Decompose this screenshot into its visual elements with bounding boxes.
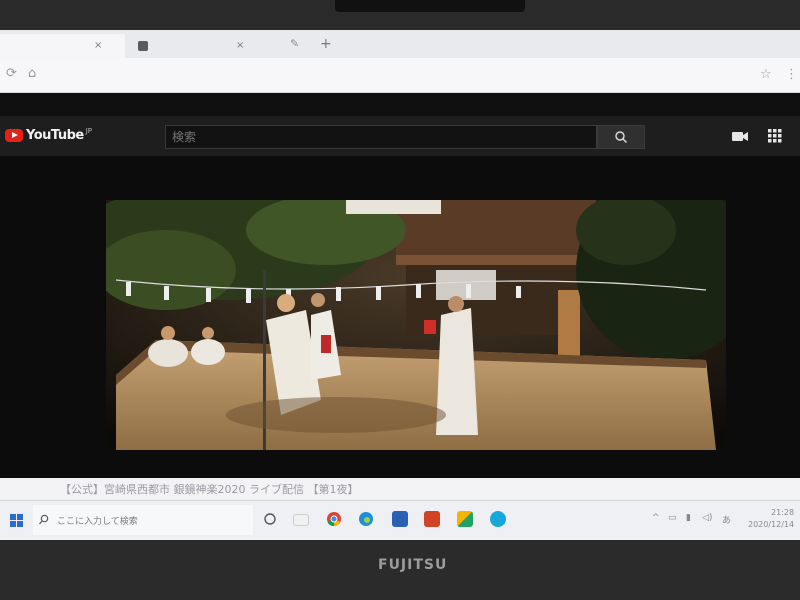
laptop-brand-logo: FUJITSU <box>378 557 448 573</box>
windows-taskbar: ここに入力して検索 ^ ▭ ▮ ◁) あ 21:28 2020/12/14 <box>0 500 800 540</box>
photos-icon[interactable] <box>457 511 473 527</box>
laptop-bezel-top <box>0 0 800 34</box>
powerpoint-icon[interactable] <box>424 511 440 527</box>
search-input[interactable] <box>172 126 592 148</box>
clock-date: 2020/12/14 <box>748 520 795 529</box>
search-icon <box>39 514 49 525</box>
apps-grid-icon[interactable] <box>768 128 782 147</box>
search-button[interactable] <box>597 125 645 149</box>
search-box <box>165 125 597 149</box>
taskbar-clock[interactable]: 21:28 2020/12/14 <box>748 507 794 531</box>
create-video-icon[interactable] <box>731 128 749 147</box>
task-view-icon[interactable] <box>262 511 278 527</box>
video-player-area <box>0 156 800 478</box>
laptop-screen: × × ✎ + ⟳ ⌂ ☆ ⋮ YouTube JP 検索 【公式】宮崎県西都市… <box>0 30 800 540</box>
edit-icon[interactable]: ✎ <box>290 37 299 50</box>
tab-close-icon[interactable]: × <box>236 34 244 58</box>
tray-battery-icon[interactable]: ▮ <box>686 513 691 523</box>
windows-start-icon[interactable] <box>10 513 24 532</box>
more-icon[interactable]: ⋮ <box>785 67 798 82</box>
new-tab-button[interactable]: + <box>320 36 332 52</box>
tray-chevron-icon[interactable]: ^ <box>652 513 660 523</box>
edge-icon[interactable] <box>358 511 374 527</box>
home-icon[interactable]: ⌂ <box>28 66 36 81</box>
tray-network-icon[interactable]: ▭ <box>668 513 677 523</box>
tray-ime-icon[interactable]: あ <box>722 513 731 526</box>
video-title[interactable]: 【公式】宮崎県西都市 銀鏡神楽2020 ライブ配信 【第1夜】 <box>60 481 358 497</box>
youtube-play-icon <box>5 128 23 142</box>
tab-close-icon[interactable]: × <box>94 34 102 58</box>
search-icon <box>615 131 628 144</box>
refresh-icon[interactable]: ⟳ <box>6 66 17 81</box>
chrome-icon[interactable] <box>326 511 342 527</box>
browser-tab[interactable]: × <box>0 34 125 58</box>
word-icon[interactable] <box>392 511 408 527</box>
snip-tool-icon[interactable] <box>293 514 309 526</box>
skype-icon[interactable] <box>490 511 506 527</box>
youtube-logo[interactable]: YouTube JP <box>5 125 92 145</box>
video-title-bar: 【公式】宮崎県西都市 銀鏡神楽2020 ライブ配信 【第1夜】 <box>0 478 800 500</box>
youtube-header: YouTube JP <box>0 116 800 156</box>
youtube-wordmark: YouTube <box>26 127 84 143</box>
tray-volume-icon[interactable]: ◁) <box>702 513 712 523</box>
taskbar-search-box[interactable]: ここに入力して検索 <box>33 505 253 535</box>
video-player[interactable] <box>106 200 726 450</box>
star-icon[interactable]: ☆ <box>760 67 772 82</box>
tab-favicon-icon <box>138 41 148 51</box>
region-label: JP <box>85 127 93 135</box>
browser-tab[interactable]: × <box>128 34 298 58</box>
browser-toolbar: ⟳ ⌂ ☆ ⋮ <box>0 58 800 93</box>
taskbar-search-placeholder: ここに入力して検索 <box>57 517 138 527</box>
video-frame <box>106 200 726 450</box>
clock-time: 21:28 <box>771 508 795 517</box>
browser-tab-strip: × × ✎ + <box>0 30 800 58</box>
webcam <box>335 0 525 12</box>
